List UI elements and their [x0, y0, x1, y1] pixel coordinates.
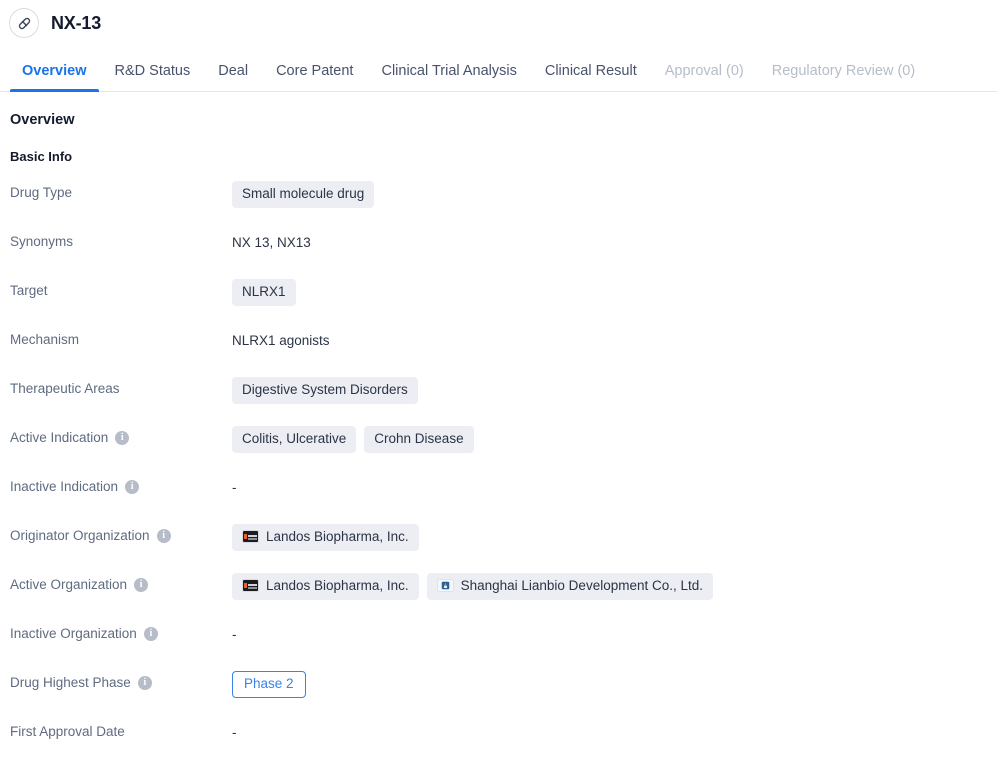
row-label-text: Drug Type [10, 185, 73, 200]
value-mechanism: NLRX1 agonists [232, 333, 330, 348]
row-label: Drug Highest Phase i [10, 670, 232, 690]
landos-logo-icon [242, 579, 259, 593]
chip-drug-type[interactable]: Small molecule drug [232, 181, 375, 208]
row-target: Target NLRX1 [0, 278, 997, 327]
tab-overview[interactable]: Overview [8, 63, 101, 92]
chip-organization[interactable]: Landos Biopharma, Inc. [232, 573, 419, 600]
lianbio-mark [441, 582, 449, 590]
value-empty: - [232, 627, 237, 642]
row-value: - [232, 474, 987, 500]
row-label-text: Active Indication [10, 430, 109, 445]
row-value: - [232, 719, 987, 745]
row-value: NX 13, NX13 [232, 229, 987, 255]
chip-organization[interactable]: Landos Biopharma, Inc. [232, 524, 419, 551]
row-label: Inactive Indication i [10, 474, 232, 494]
row-label-text: Therapeutic Areas [10, 381, 120, 396]
row-mechanism: Mechanism NLRX1 agonists [0, 327, 997, 376]
row-label-text: Mechanism [10, 332, 80, 347]
chip-target[interactable]: NLRX1 [232, 279, 296, 306]
row-label-text: Target [10, 283, 48, 298]
tab-approval: Approval (0) [664, 62, 744, 79]
value-synonyms: NX 13, NX13 [232, 235, 311, 250]
row-label: Synonyms [10, 229, 232, 249]
tab-core-patent[interactable]: Core Patent [262, 63, 367, 92]
row-label: Mechanism [10, 327, 232, 347]
row-label-text: Active Organization [10, 577, 128, 592]
pill-capsule-icon [9, 8, 39, 38]
row-active-organization: Active Organization i Landos Biopharma, … [0, 572, 997, 621]
row-label: Active Indication i [10, 425, 232, 445]
chip-indication[interactable]: Colitis, Ulcerative [232, 426, 357, 453]
row-label: Target [10, 278, 232, 298]
row-label-text: First Approval Date [10, 724, 125, 739]
value-empty: - [232, 725, 237, 740]
info-icon[interactable]: i [125, 479, 140, 494]
subsection-title-basic-info: Basic Info [10, 149, 73, 164]
row-inactive-organization: Inactive Organization i - [0, 621, 997, 670]
row-therapeutic-areas: Therapeutic Areas Digestive System Disor… [0, 376, 997, 425]
info-icon[interactable]: i [137, 675, 152, 690]
row-value: Phase 2 [232, 670, 987, 698]
row-label-text: Synonyms [10, 234, 74, 249]
row-synonyms: Synonyms NX 13, NX13 [0, 229, 997, 278]
info-icon[interactable]: i [143, 626, 158, 641]
row-label-text: Inactive Indication [10, 479, 119, 494]
row-label: Inactive Organization i [10, 621, 232, 641]
lianbio-logo-icon [436, 579, 454, 593]
tab-clinical-trial-analysis[interactable]: Clinical Trial Analysis [367, 63, 530, 92]
row-value: Colitis, Ulcerative Crohn Disease [232, 425, 987, 453]
row-label: Originator Organization i [10, 523, 232, 543]
organization-name: Landos Biopharma, Inc. [266, 578, 409, 593]
landos-logo-icon [242, 530, 259, 544]
organization-name: Landos Biopharma, Inc. [266, 529, 409, 544]
row-label-text: Drug Highest Phase [10, 675, 131, 690]
tab-rd-status[interactable]: R&D Status [101, 63, 205, 92]
tab-regulatory-review: Regulatory Review (0) [771, 62, 916, 79]
tab-deal[interactable]: Deal [204, 63, 262, 92]
row-active-indication: Active Indication i Colitis, Ulcerative … [0, 425, 997, 474]
row-value: NLRX1 [232, 278, 987, 306]
section-title: Overview [10, 112, 75, 128]
row-value: Landos Biopharma, Inc. [232, 523, 987, 551]
row-label-text: Originator Organization [10, 528, 150, 543]
info-icon[interactable]: i [156, 528, 171, 543]
row-value: Digestive System Disorders [232, 376, 987, 404]
tab-clinical-result[interactable]: Clinical Result [531, 63, 651, 92]
row-label: Active Organization i [10, 572, 232, 592]
row-value: - [232, 621, 987, 647]
row-drug-type: Drug Type Small molecule drug [0, 180, 997, 229]
row-label: First Approval Date [10, 719, 232, 739]
page-title: NX-13 [51, 12, 102, 33]
row-value: Landos Biopharma, Inc. Shanghai Lianbio … [232, 572, 987, 600]
tab-bar: Overview R&D Status Deal Core Patent Cli… [0, 46, 997, 92]
value-empty: - [232, 480, 237, 495]
row-first-approval-date: First Approval Date - [0, 719, 997, 764]
row-label: Therapeutic Areas [10, 376, 232, 396]
organization-name: Shanghai Lianbio Development Co., Ltd. [460, 578, 704, 593]
chip-therapeutic-area[interactable]: Digestive System Disorders [232, 377, 418, 404]
chip-organization[interactable]: Shanghai Lianbio Development Co., Ltd. [426, 573, 714, 600]
page-header: NX-13 [0, 0, 997, 46]
info-icon[interactable]: i [134, 577, 149, 592]
overview-panel: Overview Basic Info Drug Type Small mole… [0, 92, 997, 764]
chip-indication[interactable]: Crohn Disease [364, 426, 474, 453]
row-originator-organization: Originator Organization i Landos Biophar… [0, 523, 997, 572]
row-label: Drug Type [10, 180, 232, 200]
row-drug-highest-phase: Drug Highest Phase i Phase 2 [0, 670, 997, 719]
row-inactive-indication: Inactive Indication i - [0, 474, 997, 523]
row-label-text: Inactive Organization [10, 626, 137, 641]
row-value: NLRX1 agonists [232, 327, 987, 353]
info-icon[interactable]: i [115, 430, 130, 445]
row-value: Small molecule drug [232, 180, 987, 208]
phase-badge[interactable]: Phase 2 [232, 671, 306, 698]
